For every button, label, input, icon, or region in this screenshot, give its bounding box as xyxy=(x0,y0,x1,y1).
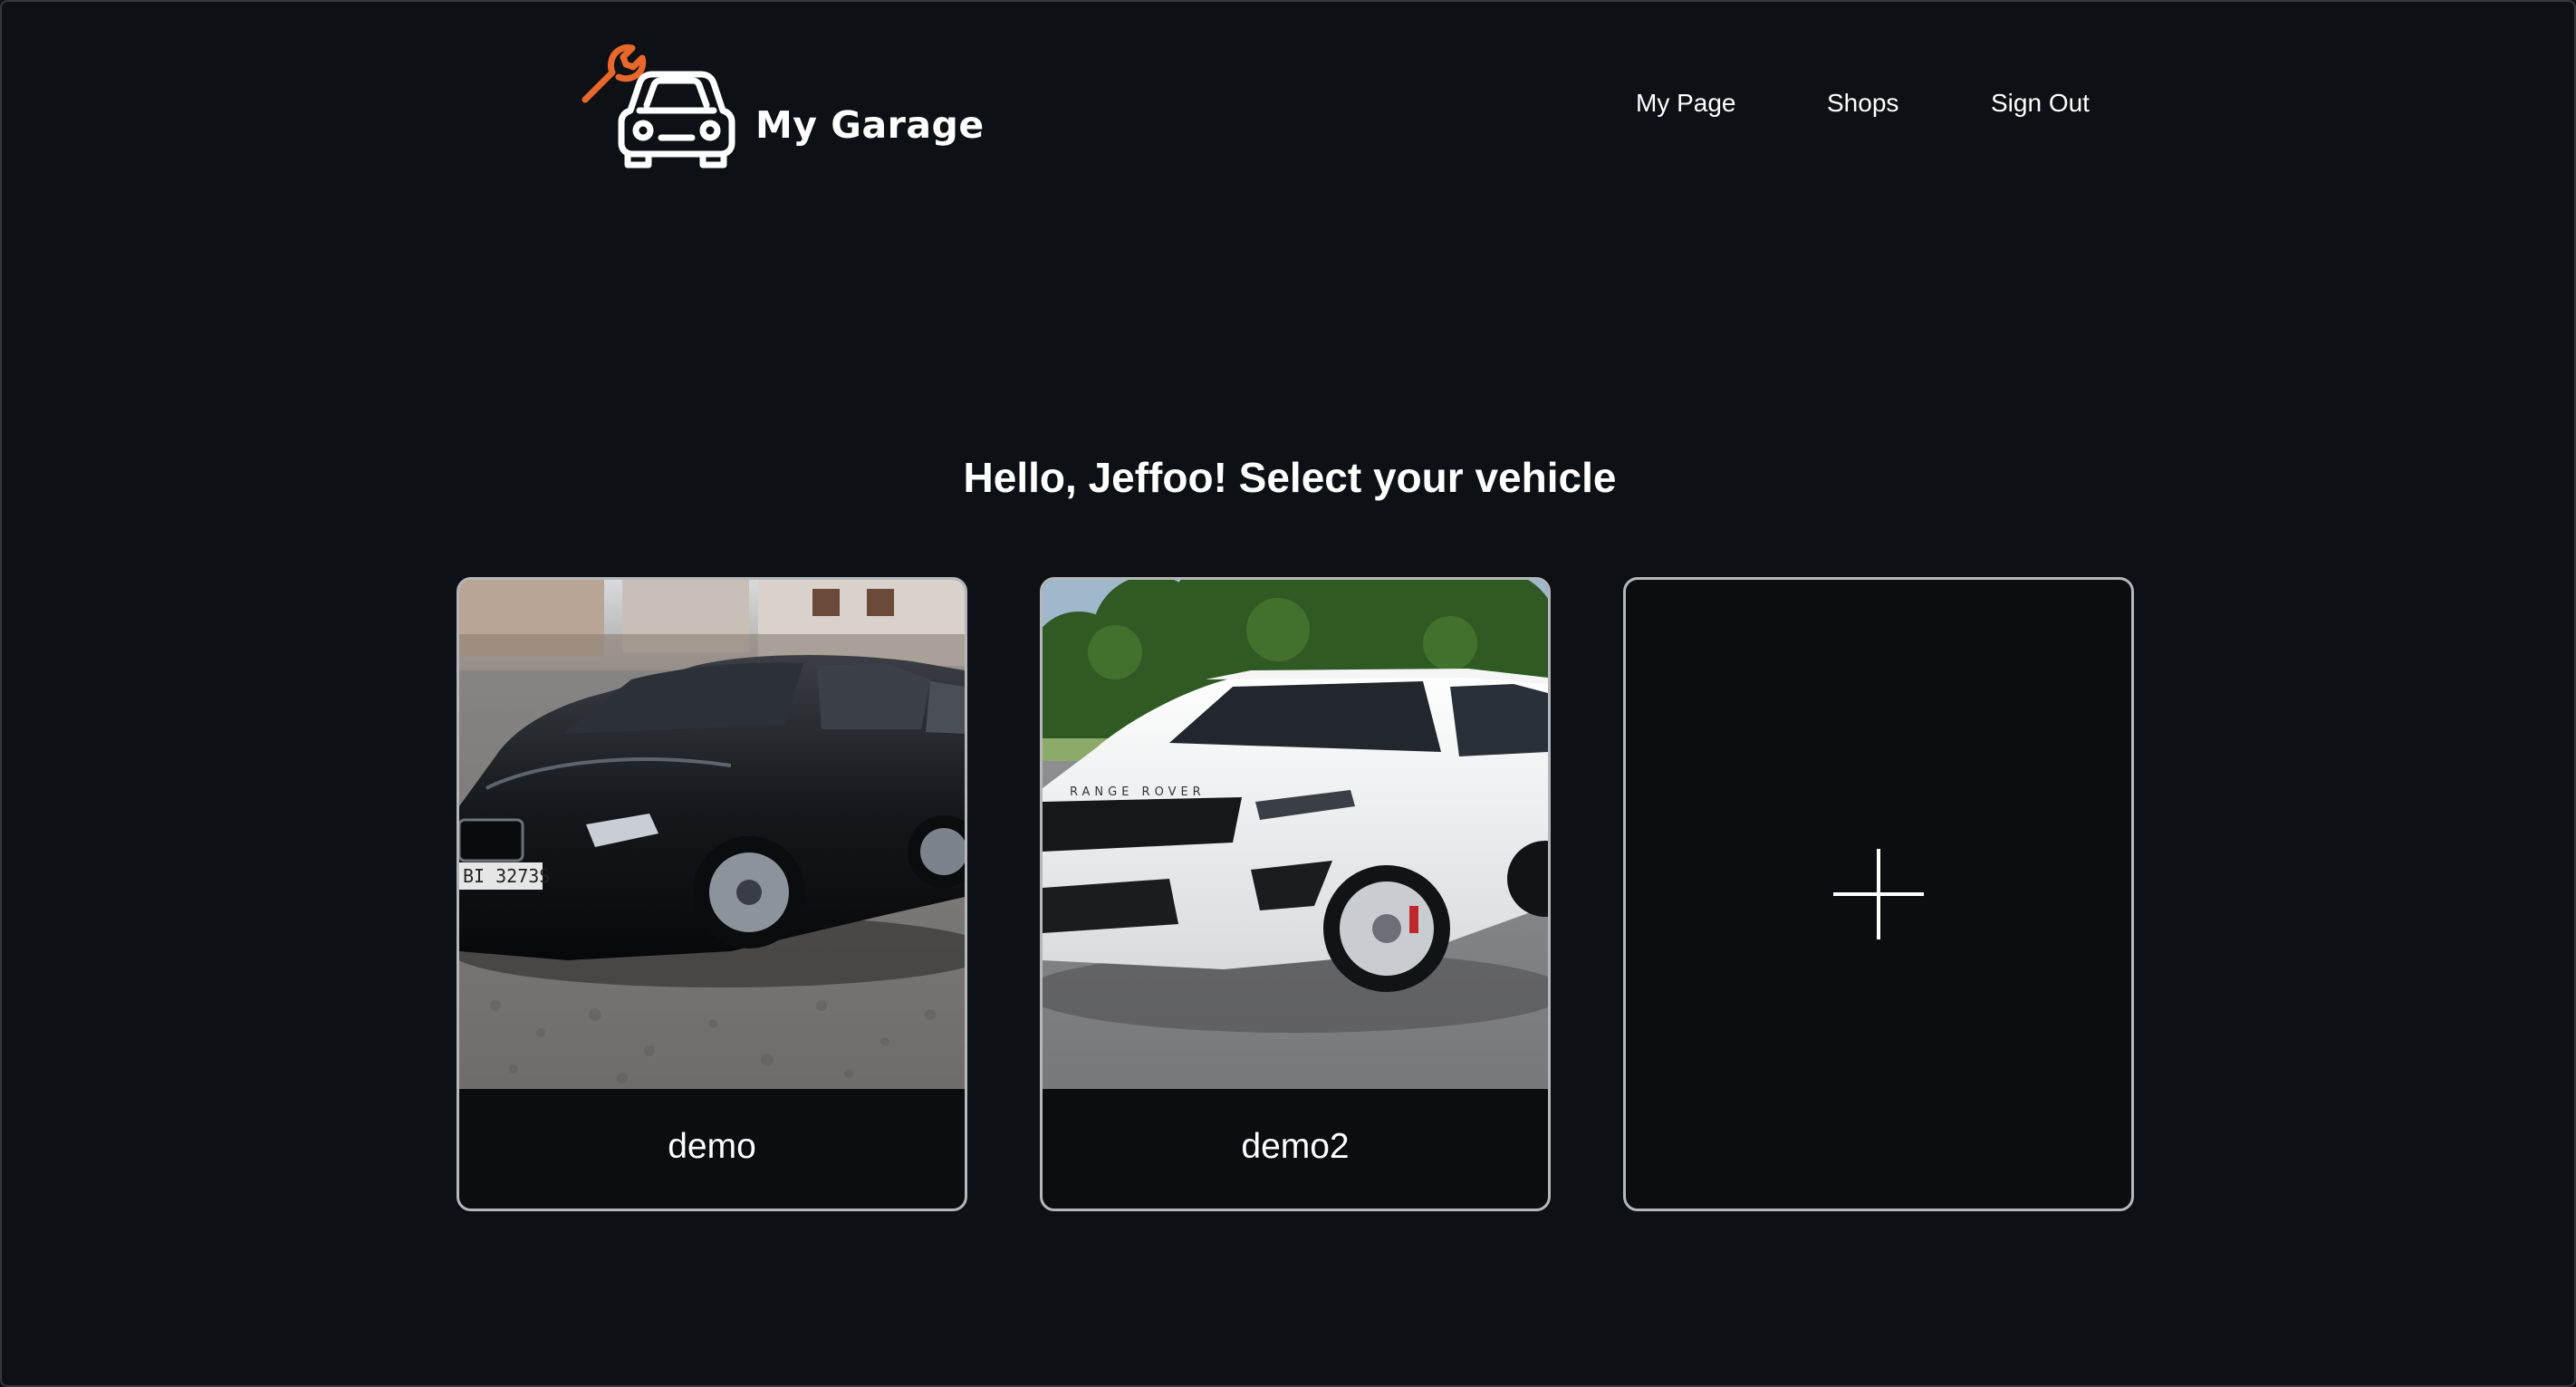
svg-text:RANGE ROVER: RANGE ROVER xyxy=(1070,785,1206,799)
page-title: Hello, Jeffoo! Select your vehicle xyxy=(963,454,1617,501)
vehicle-card-demo[interactable]: BI 3273S demo xyxy=(457,577,967,1211)
brand-title[interactable]: My Garage xyxy=(755,103,985,147)
white-suv-photo: RANGE ROVER xyxy=(1043,580,1548,1089)
black-sedan-photo: BI 3273S xyxy=(459,580,965,1089)
nav-shops[interactable]: Shops xyxy=(1827,89,1898,118)
vehicle-card-demo2[interactable]: RANGE ROVER demo2 xyxy=(1040,577,1551,1211)
nav-sign-out[interactable]: Sign Out xyxy=(1991,89,2090,118)
vehicle-name: demo xyxy=(668,1127,756,1166)
plus-icon xyxy=(1833,849,1924,939)
app-window: My Garage My Page Shops Sign Out Hello, … xyxy=(0,0,2576,1387)
nav-my-page[interactable]: My Page xyxy=(1636,89,1736,118)
vehicle-name: demo2 xyxy=(1241,1127,1350,1166)
car-wrench-icon[interactable] xyxy=(578,36,741,172)
svg-text:BI 3273S: BI 3273S xyxy=(463,865,550,887)
add-vehicle-card[interactable] xyxy=(1623,577,2134,1211)
